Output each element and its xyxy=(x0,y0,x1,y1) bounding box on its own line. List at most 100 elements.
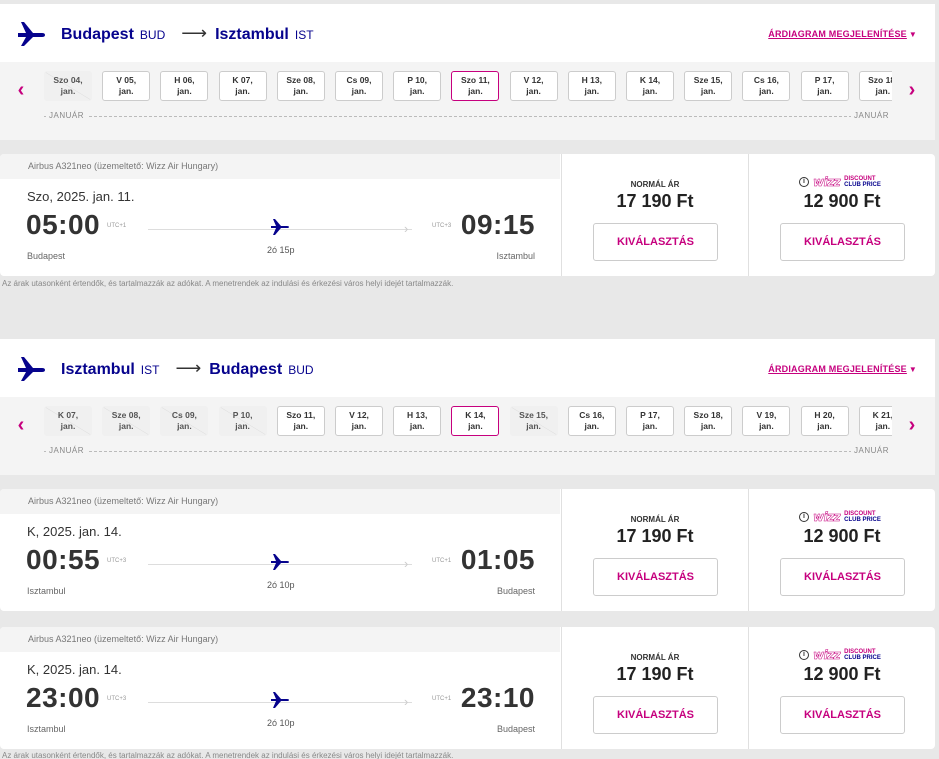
club-price: 12 900 Ft xyxy=(803,664,881,684)
date-option[interactable]: H 13, jan. xyxy=(393,406,442,436)
arrival-city: Budapest xyxy=(496,724,535,734)
date-option[interactable]: P 17, jan. xyxy=(800,71,849,101)
date-option[interactable]: H 06, jan. xyxy=(160,71,209,101)
caret-down-icon: ▼ xyxy=(908,30,917,39)
plane-logo-icon xyxy=(18,357,45,381)
wizz-logo: wizz xyxy=(813,510,841,525)
date-option[interactable]: H 20, jan. xyxy=(800,406,849,436)
select-normal-fare-button[interactable]: KIVÁLASZTÁS xyxy=(593,558,718,596)
wizz-logo: wizz xyxy=(813,175,841,190)
date-day: Sze 15, xyxy=(693,75,723,85)
departure-time: 05:00 xyxy=(26,209,101,240)
departure-city: Isztambul xyxy=(27,724,66,734)
select-club-fare-button[interactable]: KIVÁLASZTÁS xyxy=(780,696,905,734)
discount-club-label: DISCOUNT CLUB PRICE xyxy=(844,649,881,661)
date-option[interactable]: V 12, jan. xyxy=(335,406,383,436)
date-option[interactable]: Sze 08, jan. xyxy=(276,71,325,101)
date-month: jan. xyxy=(759,86,774,96)
date-option[interactable]: Cs 16, jan. xyxy=(567,406,616,436)
date-day: V 19, xyxy=(756,410,777,420)
aircraft-operator: Airbus A321neo (üzemeltető: Wizz Air Hun… xyxy=(0,627,560,652)
arrival-timezone: UTC+1 xyxy=(432,558,452,564)
select-club-fare-button[interactable]: KIVÁLASZTÁS xyxy=(780,558,905,596)
date-month: jan. xyxy=(584,421,600,431)
discount-club-line2: CLUB PRICE xyxy=(844,655,881,661)
origin-code: IST xyxy=(140,363,160,377)
date-day: P 10, xyxy=(407,75,428,85)
date-day: Sze 15, xyxy=(519,410,548,420)
wizz-logo: wizz xyxy=(813,648,841,663)
price-chart-link[interactable]: ÁRDIAGRAM MEGJELENÍTÉSE ▼ xyxy=(768,364,917,374)
departure-timezone: UTC+1 xyxy=(107,223,127,229)
date-month: jan. xyxy=(875,86,891,96)
date-option[interactable]: P 17, jan. xyxy=(626,406,674,436)
date-option[interactable]: V 12, jan. xyxy=(509,71,558,101)
arrival-time: 01:05 xyxy=(460,544,535,575)
date-option: K 07, jan. xyxy=(44,406,92,436)
route-arrow-icon: ⟶ xyxy=(175,358,202,378)
info-icon[interactable]: i xyxy=(799,650,809,660)
disclaimer: Az árak utasonként értendők, és tartalma… xyxy=(2,279,454,288)
date-option[interactable]: Szo 18,jan. xyxy=(684,406,733,436)
date-option[interactable]: K 21, jan. xyxy=(858,406,892,436)
date-month: jan. xyxy=(293,86,309,96)
normal-price: 17 190 Ft xyxy=(616,526,694,546)
chevron-right-icon[interactable]: › xyxy=(905,415,919,435)
date-option[interactable]: Cs 09, jan. xyxy=(335,71,383,101)
date-day: V 12, xyxy=(349,410,369,420)
disclaimer: Az árak utasonként értendők, és tartalma… xyxy=(2,751,454,759)
destination-code: BUD xyxy=(288,363,314,377)
date-option: Cs 09, jan. xyxy=(160,406,209,436)
date-day: Szo 11, xyxy=(286,410,316,420)
date-month: jan. xyxy=(468,86,483,96)
flight-date: K, 2025. jan. 14. xyxy=(27,662,122,677)
date-month: jan. xyxy=(409,86,425,96)
select-normal-fare-button[interactable]: KIVÁLASZTÁS xyxy=(593,223,718,261)
date-month: jan. xyxy=(177,86,192,96)
date-day: P 17, xyxy=(640,410,660,420)
date-option[interactable]: Szo 18,jan. xyxy=(858,71,892,101)
departure-city: Budapest xyxy=(27,251,66,261)
date-option[interactable]: V 19, jan. xyxy=(742,406,791,436)
month-label-right: JANUÁR xyxy=(850,446,892,455)
departure-time: 00:55 xyxy=(26,544,101,575)
info-icon[interactable]: i xyxy=(799,177,809,187)
origin-city: Budapest xyxy=(61,26,134,43)
date-option[interactable]: H 13, jan. xyxy=(567,71,616,101)
date-day: K 21, xyxy=(872,410,892,420)
route-title: Isztambul IST ⟶ Budapest BUD xyxy=(61,359,320,379)
date-option[interactable]: V 05, jan. xyxy=(102,71,151,101)
info-icon[interactable]: i xyxy=(799,512,809,522)
price-chart-link[interactable]: ÁRDIAGRAM MEGJELENÍTÉSE ▼ xyxy=(768,29,917,39)
route-arrow-icon: ⟶ xyxy=(181,23,208,43)
date-option[interactable]: K 14, jan. xyxy=(626,71,674,101)
date-option[interactable]: Sze 15, jan. xyxy=(684,71,733,101)
date-option[interactable]: K 07, jan. xyxy=(218,71,267,101)
date-month: jan. xyxy=(409,421,425,431)
date-option[interactable]: Szo 11, jan. xyxy=(276,406,325,436)
arrival-timezone: UTC+1 xyxy=(432,696,452,702)
date-month: jan. xyxy=(118,86,134,96)
date-day: H 20, xyxy=(814,410,835,420)
chevron-left-icon[interactable]: ‹ xyxy=(14,415,28,435)
select-club-fare-button[interactable]: KIVÁLASZTÁS xyxy=(780,223,905,261)
chevron-left-icon[interactable]: ‹ xyxy=(14,80,28,100)
month-row: JANUÁR JANUÁR xyxy=(44,111,892,121)
price-chart-label: ÁRDIAGRAM MEGJELENÍTÉSE xyxy=(768,364,907,374)
select-normal-fare-button[interactable]: KIVÁLASZTÁS xyxy=(593,696,718,734)
flight-card: Airbus A321neo (üzemeltető: Wizz Air Hun… xyxy=(0,489,935,611)
date-option[interactable]: P 10, jan. xyxy=(393,71,442,101)
club-fare: i wizz DISCOUNT CLUB PRICE 12 900 Ft KIV… xyxy=(748,154,935,276)
date-option[interactable]: Cs 16, jan. xyxy=(742,71,791,101)
month-label-left: JANUÁR xyxy=(46,111,88,120)
date-carousel: K 07, jan. Sze 08, jan. Cs 09, jan. P 10, jan. S… xyxy=(44,406,892,438)
date-month: jan. xyxy=(700,86,716,96)
date-month: jan. xyxy=(60,421,76,431)
date-option[interactable]: K 14, jan. xyxy=(451,406,500,436)
chevron-right-icon[interactable]: › xyxy=(905,80,919,100)
destination-city: Budapest xyxy=(209,361,283,378)
date-month: jan. xyxy=(118,421,134,431)
date-option[interactable]: Szo 11, jan. xyxy=(451,71,500,101)
outbound-date-strip: ‹ Szo 04, jan. V 05, jan. H 06, jan. K 07, jan.… xyxy=(0,62,935,140)
date-day: V 12, xyxy=(523,75,544,85)
